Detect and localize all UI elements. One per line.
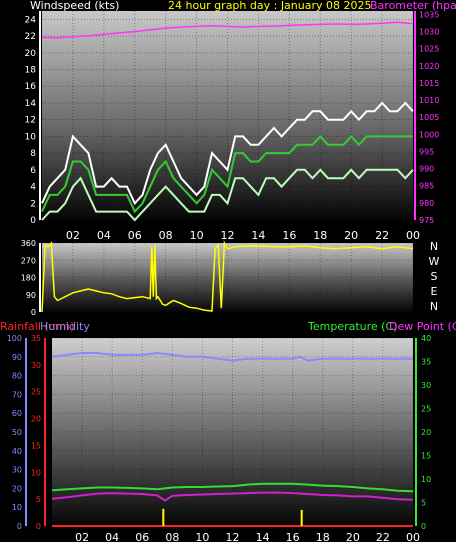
- time-tick-label: 00: [406, 229, 420, 242]
- time-tick-label: 00: [406, 531, 420, 542]
- wind-tick-label: 18: [25, 66, 37, 76]
- time-tick-label: 18: [316, 531, 330, 542]
- time-tick-label: 10: [190, 229, 204, 242]
- direction-tick-label: 90: [26, 291, 36, 300]
- humidity-axis-title: Humidity: [40, 320, 90, 333]
- compass-label: W: [429, 255, 440, 268]
- time-tick-label: 18: [313, 229, 327, 242]
- barometer-tick-label: 980: [419, 199, 434, 208]
- time-tick-label: 22: [375, 229, 389, 242]
- rainfall-tick-label: 30: [31, 361, 41, 370]
- barometer-tick-label: 1015: [419, 79, 439, 88]
- temperature-tick-label: 10: [421, 475, 431, 484]
- rainfall-tick-label: 10: [31, 468, 41, 477]
- time-tick-label: 10: [195, 531, 209, 542]
- wind-tick-label: 0: [30, 216, 36, 226]
- wind-tick-label: 4: [30, 183, 36, 193]
- time-tick-label: 08: [165, 531, 179, 542]
- right-axis-title: Barometer (hpa): [370, 0, 456, 12]
- temperature-tick-label: 35: [421, 358, 431, 367]
- compass-label: N: [430, 300, 438, 313]
- dewpoint-axis-title: Dew Point (C): [389, 320, 456, 333]
- temperature-tick-label: 0: [421, 522, 426, 531]
- rainfall-tick-label: 15: [31, 441, 41, 450]
- time-tick-label: 20: [344, 229, 358, 242]
- time-tick-label: 02: [75, 531, 89, 542]
- wind-tick-label: 10: [25, 132, 37, 142]
- wind-tick-label: 12: [25, 116, 36, 126]
- wind-tick-label: 14: [25, 99, 37, 109]
- time-tick-label: 14: [256, 531, 270, 542]
- rainfall-tick-label: 25: [31, 388, 41, 397]
- left-axis-title: Windspeed (kts): [30, 0, 119, 12]
- temperature-tick-label: 15: [421, 452, 431, 461]
- rainfall-tick-label: 20: [31, 415, 41, 424]
- time-tick-label: 16: [282, 229, 296, 242]
- barometer-tick-label: 1030: [419, 28, 439, 37]
- time-tick-label: 20: [346, 531, 360, 542]
- wind-tick-label: 2: [30, 199, 36, 209]
- time-tick-label: 04: [105, 531, 119, 542]
- compass-label: N: [430, 240, 438, 253]
- temperature-tick-label: 40: [421, 334, 431, 343]
- barometer-tick-label: 1005: [419, 113, 439, 122]
- temperature-tick-label: 25: [421, 405, 431, 414]
- barometer-tick-label: 975: [419, 216, 434, 225]
- humidity-tick-label: 40: [12, 447, 22, 456]
- barometer-tick-label: 995: [419, 147, 434, 156]
- direction-tick-label: 0: [31, 308, 36, 317]
- humidity-tick-label: 100: [7, 334, 22, 343]
- humidity-tick-label: 0: [17, 522, 22, 531]
- humidity-tick-label: 90: [12, 353, 22, 362]
- time-tick-label: 14: [251, 229, 265, 242]
- direction-tick-label: 180: [21, 274, 36, 283]
- humidity-tick-label: 50: [12, 428, 22, 437]
- compass-label: E: [431, 285, 438, 298]
- humidity-tick-label: 20: [12, 484, 22, 493]
- barometer-tick-label: 1025: [419, 45, 439, 54]
- direction-tick-label: 270: [21, 256, 36, 265]
- time-tick-label: 04: [97, 229, 111, 242]
- wind-tick-label: 8: [30, 149, 36, 159]
- compass-label: S: [431, 270, 438, 283]
- time-tick-label: 06: [128, 229, 142, 242]
- humidity-tick-label: 60: [12, 409, 22, 418]
- time-tick-label: 16: [286, 531, 300, 542]
- temperature-tick-label: 30: [421, 381, 431, 390]
- wind-tick-label: 20: [25, 49, 37, 59]
- barometer-tick-label: 1000: [419, 130, 439, 139]
- barometer-tick-label: 985: [419, 182, 434, 191]
- time-tick-label: 02: [66, 229, 80, 242]
- rainfall-tick-label: 5: [36, 495, 41, 504]
- wind-tick-label: 22: [25, 32, 36, 42]
- barometer-tick-label: 1010: [419, 96, 439, 105]
- humidity-tick-label: 70: [12, 390, 22, 399]
- wind-tick-label: 24: [25, 15, 37, 25]
- rainfall-tick-label: 0: [36, 522, 41, 531]
- weather-graph-image: 0246810121416182022249759809859909951000…: [0, 0, 456, 542]
- barometer-tick-label: 1020: [419, 62, 439, 71]
- chart-title: 24 hour graph day : January 08 2025: [168, 0, 372, 12]
- wind-tick-label: 6: [30, 166, 36, 176]
- time-tick-label: 08: [159, 229, 173, 242]
- barometer-tick-label: 990: [419, 165, 434, 174]
- humidity-tick-label: 30: [12, 466, 22, 475]
- humidity-tick-label: 80: [12, 372, 22, 381]
- temperature-tick-label: 20: [421, 428, 431, 437]
- time-tick-label: 12: [221, 229, 235, 242]
- humidity-tick-label: 10: [12, 503, 22, 512]
- time-tick-label: 22: [376, 531, 390, 542]
- time-tick-label: 06: [135, 531, 149, 542]
- rainfall-tick-label: 35: [31, 334, 41, 343]
- temperature-axis-title: Temperature (C): [307, 320, 397, 333]
- direction-tick-label: 360: [21, 239, 36, 248]
- time-tick-label: 12: [226, 531, 240, 542]
- wind-tick-label: 16: [25, 82, 37, 92]
- temperature-tick-label: 5: [421, 499, 426, 508]
